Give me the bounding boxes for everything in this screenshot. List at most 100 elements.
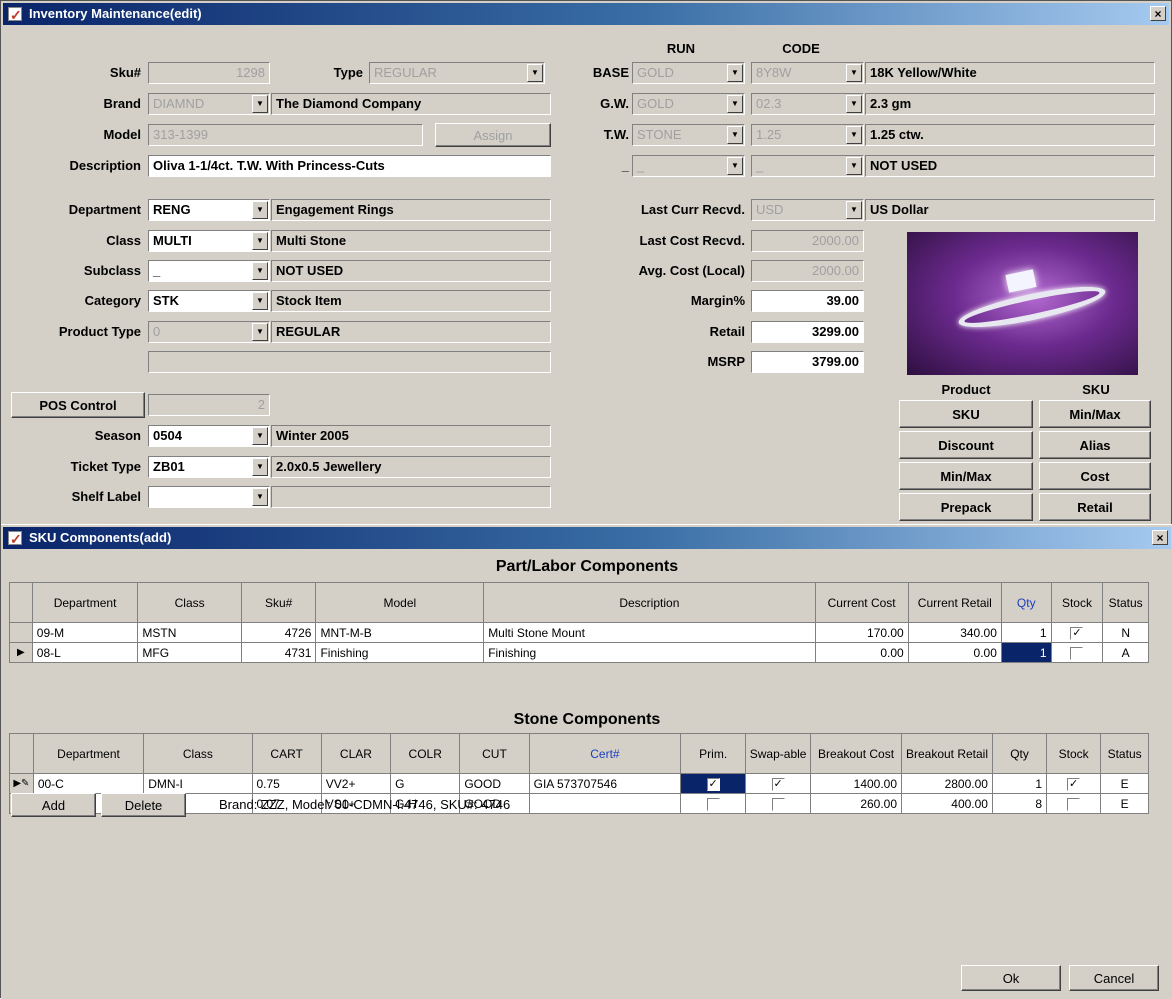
metal-code-select[interactable]: _ ▼ [751, 155, 864, 177]
cell-prim[interactable] [680, 793, 747, 814]
cell-retail[interactable]: 0.00 [907, 642, 1002, 663]
msrp-field[interactable]: 3799.00 [751, 351, 864, 373]
metal-run-select[interactable]: GOLD ▼ [632, 93, 745, 115]
sku-action-button[interactable]: Cost [1039, 462, 1151, 490]
last-curr-select[interactable]: USD ▼ [751, 199, 864, 221]
season-select[interactable]: 0504 ▼ [148, 425, 270, 447]
cell-cost[interactable]: 0.00 [814, 642, 909, 663]
add-button[interactable]: Add [11, 793, 96, 817]
product-action-button[interactable]: Min/Max [899, 462, 1033, 490]
product-action-button[interactable]: Prepack [899, 493, 1033, 521]
assign-button[interactable]: Assign [435, 123, 551, 147]
department-select[interactable]: RENG ▼ [148, 199, 270, 221]
class-select[interactable]: MULTI ▼ [148, 230, 270, 252]
cell-clar[interactable]: VV2+ [320, 773, 392, 794]
cell-dept[interactable]: 00-C [32, 773, 145, 794]
model-field[interactable]: 313-1399 [148, 124, 423, 146]
cell-stock[interactable] [1046, 793, 1102, 814]
stone-column-header: Cert# [528, 733, 682, 774]
cell-qty[interactable]: 1 [1000, 642, 1052, 663]
stock-checkbox[interactable] [1067, 797, 1081, 811]
cell-sku[interactable]: 4731 [240, 642, 317, 663]
cell-cert[interactable]: GIA 573707546 [528, 773, 682, 794]
cell-breakout-retail[interactable]: 2800.00 [901, 773, 993, 794]
cell-class[interactable]: DMN-I [143, 773, 253, 794]
metal-run-select[interactable]: _ ▼ [632, 155, 745, 177]
type-select[interactable]: REGULAR ▼ [369, 62, 545, 84]
metal-run-select[interactable]: GOLD ▼ [632, 62, 745, 84]
cell-description[interactable]: Multi Stone Mount [483, 622, 816, 643]
avg-cost-field[interactable]: 2000.00 [751, 260, 864, 282]
sku-field[interactable]: 1298 [148, 62, 270, 84]
cell-dept[interactable]: 08-L [31, 642, 139, 663]
cell-dept[interactable]: 09-M [31, 622, 139, 643]
cell-retail[interactable]: 340.00 [907, 622, 1002, 643]
dialog-close-button[interactable]: × [1152, 530, 1168, 545]
cell-class[interactable]: MFG [137, 642, 242, 663]
table-row[interactable]: 09-M MSTN 4726 MNT-M-B Multi Stone Mount 170.… [9, 622, 1149, 643]
pos-control-button[interactable]: POS Control [11, 392, 145, 418]
description-field[interactable]: Oliva 1-1/4ct. T.W. With Princess-Cuts [148, 155, 551, 177]
metal-run-select[interactable]: STONE ▼ [632, 124, 745, 146]
table-row[interactable]: ▶ 08-L MFG 4731 Finishing Finishing 0.00 0.00 1 A [9, 642, 1149, 663]
cell-qty[interactable]: 1 [1000, 622, 1052, 643]
brand-select[interactable]: DIAMND ▼ [148, 93, 270, 115]
last-cost-field[interactable]: 2000.00 [751, 230, 864, 252]
margin-field[interactable]: 39.00 [751, 290, 864, 312]
table-row[interactable]: ▶✎ 00-C DMN-I 0.75 VV2+ G GOOD GIA 573707546 ✓ ✓ 1… [9, 773, 1149, 794]
delete-button[interactable]: Delete [101, 793, 186, 817]
product-type-select[interactable]: 0 ▼ [148, 321, 270, 343]
cell-breakout-retail[interactable]: 400.00 [901, 793, 993, 814]
close-button[interactable]: × [1150, 6, 1166, 21]
cell-cart[interactable]: 0.75 [251, 773, 322, 794]
ticket-type-select[interactable]: ZB01 ▼ [148, 456, 270, 478]
cell-status[interactable]: E [1100, 773, 1149, 794]
cell-breakout-cost[interactable]: 1400.00 [810, 773, 903, 794]
product-action-button[interactable]: Discount [899, 431, 1033, 459]
cell-status[interactable]: E [1100, 793, 1149, 814]
cell-swap[interactable] [745, 793, 812, 814]
stock-checkbox[interactable] [1070, 646, 1084, 660]
retail-field[interactable]: 3299.00 [751, 321, 864, 343]
cell-model[interactable]: Finishing [315, 642, 485, 663]
metal-code-select[interactable]: 1.25 ▼ [751, 124, 864, 146]
cell-model[interactable]: MNT-M-B [315, 622, 485, 643]
cell-colr[interactable]: G [390, 773, 461, 794]
metal-code-select[interactable]: 8Y8W ▼ [751, 62, 864, 84]
product-action-button[interactable]: SKU [899, 400, 1033, 428]
cell-cert[interactable] [528, 793, 682, 814]
stock-checkbox[interactable]: ✓ [1070, 626, 1084, 640]
cell-qty[interactable]: 8 [991, 793, 1048, 814]
cell-class[interactable]: MSTN [137, 622, 242, 643]
cell-cut[interactable]: GOOD [459, 773, 530, 794]
cell-status[interactable]: N [1102, 622, 1149, 643]
swappable-checkbox[interactable]: ✓ [771, 777, 785, 791]
cell-stock[interactable]: ✓ [1046, 773, 1102, 794]
cell-description[interactable]: Finishing [483, 642, 816, 663]
cell-cost[interactable]: 170.00 [814, 622, 909, 643]
primary-checkbox[interactable] [706, 797, 720, 811]
stock-checkbox[interactable]: ✓ [1067, 777, 1081, 791]
shelf-label-select[interactable]: ▼ [148, 486, 270, 508]
cancel-button[interactable]: Cancel [1069, 965, 1159, 991]
cell-breakout-cost[interactable]: 260.00 [810, 793, 903, 814]
subclass-select[interactable]: _ ▼ [148, 260, 270, 282]
category-select[interactable]: STK ▼ [148, 290, 270, 312]
part-column-header: Qty [1000, 582, 1052, 623]
cell-sku[interactable]: 4726 [240, 622, 317, 643]
sku-action-button[interactable]: Retail [1039, 493, 1151, 521]
cell-qty[interactable]: 1 [991, 773, 1048, 794]
ok-button[interactable]: Ok [961, 965, 1061, 991]
pos-control-field[interactable]: 2 [148, 394, 270, 416]
chevron-down-icon: ▼ [727, 95, 743, 113]
cell-stock[interactable] [1050, 642, 1104, 663]
sku-action-button[interactable]: Min/Max [1039, 400, 1151, 428]
cell-prim[interactable]: ✓ [680, 773, 747, 794]
primary-checkbox[interactable]: ✓ [706, 777, 720, 791]
cell-stock[interactable]: ✓ [1050, 622, 1104, 643]
sku-action-button[interactable]: Alias [1039, 431, 1151, 459]
metal-code-select[interactable]: 02.3 ▼ [751, 93, 864, 115]
swappable-checkbox[interactable] [771, 797, 785, 811]
cell-swap[interactable]: ✓ [745, 773, 812, 794]
cell-status[interactable]: A [1102, 642, 1149, 663]
